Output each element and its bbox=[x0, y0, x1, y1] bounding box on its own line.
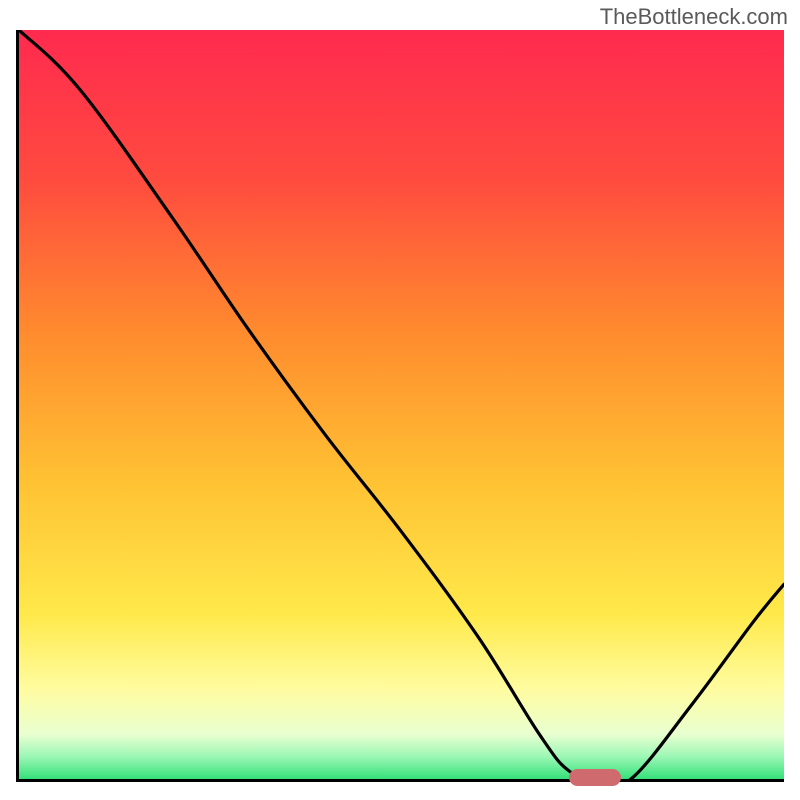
plot-area bbox=[16, 30, 784, 782]
optimal-range-marker bbox=[569, 769, 621, 786]
bottleneck-curve bbox=[19, 30, 784, 779]
watermark-text: TheBottleneck.com bbox=[600, 4, 788, 30]
